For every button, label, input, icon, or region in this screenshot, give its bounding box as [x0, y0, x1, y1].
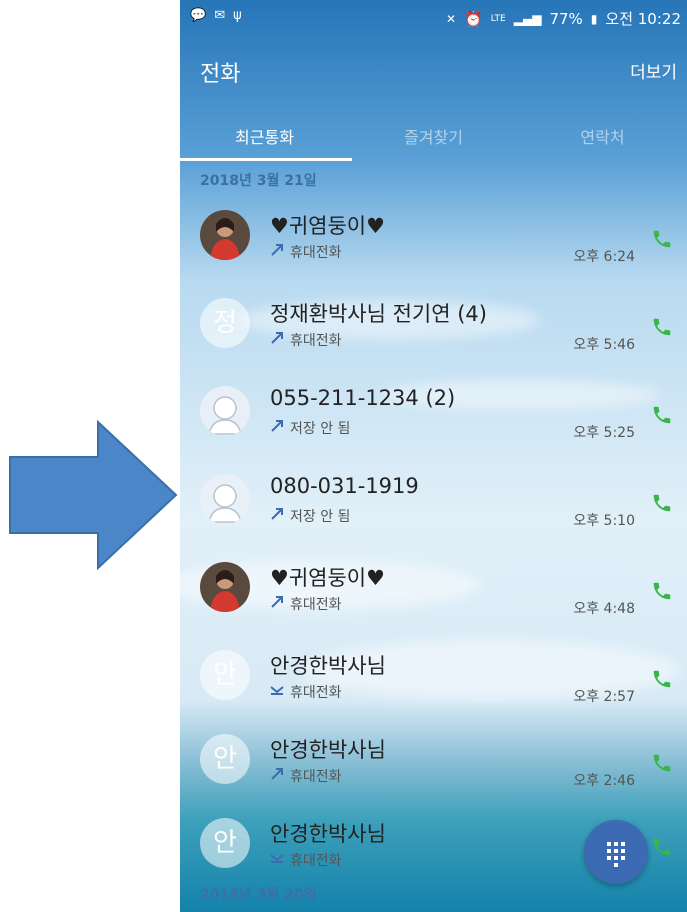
phone-icon	[653, 838, 671, 856]
call-log-row[interactable]: 안 안경한박사님휴대전화 오후 2:46	[180, 720, 687, 808]
contact-name: 정재환박사님 전기연 (4)	[270, 302, 487, 326]
missed-call-icon	[270, 852, 284, 868]
right-arrow-icon	[9, 420, 178, 570]
default-avatar-icon	[200, 386, 250, 436]
tab-favorites[interactable]: 즐겨찾기	[349, 110, 518, 162]
battery-icon: ▮	[590, 11, 598, 26]
call-log-row[interactable]: 055-211-1234 (2) 저장 안 됨 오후 5:25	[180, 372, 687, 460]
avatar: 정	[200, 298, 250, 348]
date-header: 2018년 3월 21일	[200, 173, 317, 189]
phone-icon	[653, 406, 671, 424]
default-avatar-icon	[200, 474, 250, 524]
call-type-label: 휴대전화	[290, 597, 342, 613]
outgoing-call-icon	[270, 331, 284, 349]
avatar: 안	[200, 818, 250, 868]
phone-icon	[653, 670, 671, 688]
call-type: 저장 안 됨	[270, 506, 350, 526]
call-type-label: 저장 안 됨	[290, 421, 351, 437]
call-time: 오후 2:57	[573, 689, 635, 705]
phone-icon	[653, 318, 671, 336]
status-bar: 💬 ✉ ψ ✕ ⏰ LTE ▂▄▆ 77% ▮ 오전 10:22	[180, 0, 687, 34]
phone-icon	[653, 754, 671, 772]
avatar: 안	[200, 650, 250, 700]
signal-icon: ▂▄▆	[513, 11, 542, 26]
call-button[interactable]	[651, 404, 673, 426]
call-button[interactable]	[651, 492, 673, 514]
call-button[interactable]	[651, 580, 673, 602]
call-type-label: 휴대전화	[290, 333, 342, 349]
call-type: 휴대전화	[270, 330, 342, 350]
battery-percent: 77%	[549, 9, 583, 28]
call-time: 오후 5:25	[573, 425, 635, 441]
phone-icon	[653, 230, 671, 248]
more-button[interactable]: 더보기	[630, 58, 677, 83]
contact-name: 안경한박사님	[270, 654, 386, 678]
phone-screen: 💬 ✉ ψ ✕ ⏰ LTE ▂▄▆ 77% ▮ 오전 10:22 전화 더보기 …	[180, 0, 687, 912]
active-tab-indicator	[180, 158, 352, 161]
contact-name: 080-031-1919	[270, 474, 419, 498]
avatar-photo	[200, 210, 250, 260]
call-button[interactable]	[651, 228, 673, 250]
call-type-label: 휴대전화	[290, 245, 342, 261]
clock: 오전 10:22	[605, 10, 681, 28]
call-time: 오후 5:10	[573, 513, 635, 529]
tab-recent[interactable]: 최근통화	[180, 110, 349, 162]
call-time: 오후 2:46	[573, 773, 635, 789]
avatar-photo	[200, 562, 250, 612]
call-log-row[interactable]: ♥귀염둥이♥ 휴대전화 오후 4:48	[180, 548, 687, 636]
outgoing-call-icon	[270, 243, 284, 261]
call-type: 휴대전화	[270, 594, 342, 614]
call-log-row[interactable]: ♥귀염둥이♥ 휴대전화 오후 6:24	[180, 196, 687, 284]
network-label: LTE	[490, 13, 506, 24]
call-log-row[interactable]: 안 안경한박사님휴대전화 오후 2:57	[180, 636, 687, 724]
contact-name: ♥귀염둥이♥	[270, 214, 385, 238]
call-time: 오후 5:46	[573, 337, 635, 353]
page-title: 전화	[200, 62, 241, 87]
call-type-label: 휴대전화	[290, 769, 342, 785]
call-type: 휴대전화	[270, 682, 342, 702]
call-type: 휴대전화	[270, 242, 342, 262]
outgoing-call-icon	[270, 595, 284, 613]
dialpad-button[interactable]	[584, 820, 648, 884]
contact-name: 055-211-1234 (2)	[270, 386, 456, 410]
tab-bar: 최근통화 즐겨찾기 연락처	[180, 110, 687, 162]
chat-icon: 💬	[190, 8, 207, 23]
call-log-row[interactable]: 정 정재환박사님 전기연 (4) 휴대전화 오후 5:46	[180, 284, 687, 372]
call-type-label: 휴대전화	[290, 853, 342, 869]
call-button[interactable]	[651, 316, 673, 338]
tab-contacts[interactable]: 연락처	[518, 110, 687, 162]
call-button[interactable]	[651, 836, 673, 858]
outgoing-call-icon	[270, 767, 284, 785]
contact-name: 안경한박사님	[270, 738, 386, 762]
usb-icon: ψ	[233, 8, 242, 23]
mail-icon: ✉	[214, 8, 226, 23]
call-type-label: 저장 안 됨	[290, 509, 351, 525]
phone-icon	[653, 494, 671, 512]
dialpad-icon	[607, 842, 625, 867]
call-type: 휴대전화	[270, 766, 342, 786]
outgoing-call-icon	[270, 419, 284, 437]
call-type: 저장 안 됨	[270, 418, 350, 438]
missed-call-icon	[270, 684, 284, 700]
call-button[interactable]	[651, 668, 673, 690]
contact-name: 안경한박사님	[270, 822, 386, 846]
call-time: 오후 6:24	[573, 249, 635, 265]
call-time: 오후 4:48	[573, 601, 635, 617]
contact-name: ♥귀염둥이♥	[270, 566, 385, 590]
call-type-label: 휴대전화	[290, 685, 342, 701]
call-button[interactable]	[651, 752, 673, 774]
phone-icon	[653, 582, 671, 600]
call-log-row[interactable]: 080-031-1919 저장 안 됨 오후 5:10	[180, 460, 687, 548]
call-type: 휴대전화	[270, 850, 342, 870]
mute-icon: ✕	[446, 11, 457, 26]
alarm-icon: ⏰	[464, 9, 483, 28]
outgoing-call-icon	[270, 507, 284, 525]
app-bar: 전화 더보기	[180, 44, 687, 96]
avatar: 안	[200, 734, 250, 784]
date-header: 2018년 3월 20일	[200, 887, 317, 903]
